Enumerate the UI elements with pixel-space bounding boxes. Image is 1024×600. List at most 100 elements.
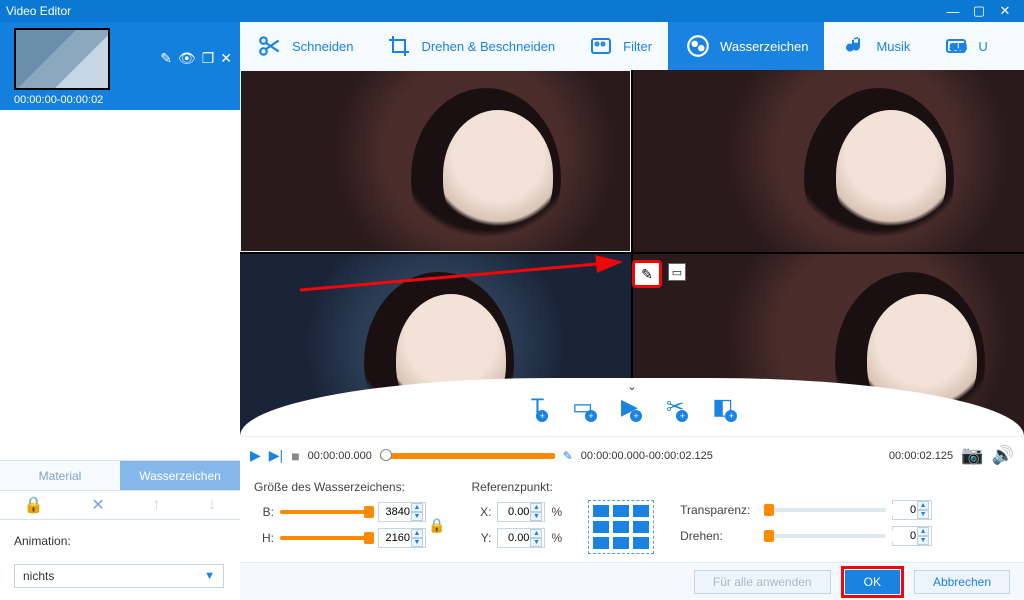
spin-up-icon[interactable]: ▲ — [530, 503, 542, 512]
spin-up-icon[interactable]: ▲ — [411, 503, 423, 512]
x-unit: % — [551, 505, 562, 519]
arrow-down-icon[interactable]: ↓ — [208, 496, 216, 514]
delete-icon[interactable]: ✕ — [220, 50, 232, 67]
watermark-image-handle[interactable]: ▭ — [668, 263, 686, 281]
height-label: H: — [254, 531, 274, 545]
rotate-label: Drehen: — [680, 529, 760, 543]
crop-icon — [385, 32, 413, 60]
animation-panel: Animation: nichts ▼ — [0, 520, 240, 600]
animation-select[interactable]: nichts ▼ — [14, 564, 224, 588]
pencil-icon[interactable]: ✎ — [160, 50, 172, 67]
add-video-button[interactable]: ▶+ — [621, 394, 638, 420]
toolbar-subtitle[interactable]: SUB U — [926, 22, 1003, 70]
transform-group: Transparenz: ▲▼ Drehen: ▲▼ — [680, 480, 932, 546]
chevron-down-icon: ▼ — [204, 570, 215, 582]
timeline-track[interactable] — [380, 453, 555, 459]
watermark-controls: Größe des Wasserzeichens: B: ▲▼ H: ▲▼ — [240, 474, 1024, 562]
anchor-br[interactable] — [633, 537, 649, 549]
toolbar-music[interactable]: Musik — [824, 22, 926, 70]
apply-all-button[interactable]: Für alle anwenden — [694, 570, 831, 594]
add-image-button[interactable]: ▭+ — [572, 394, 593, 420]
transparency-label: Transparenz: — [680, 503, 760, 517]
camera-icon[interactable]: 📷 — [961, 445, 983, 466]
arrow-up-icon[interactable]: ↑ — [152, 496, 160, 514]
maximize-button[interactable]: ▢ — [966, 3, 992, 19]
x-label: X: — [471, 505, 491, 519]
filter-icon — [587, 32, 615, 60]
size-label: Größe des Wasserzeichens: — [254, 480, 445, 494]
step-button[interactable]: ▶| — [269, 447, 283, 464]
spin-down-icon[interactable]: ▼ — [530, 512, 542, 521]
y-input[interactable]: ▲▼ — [497, 528, 545, 548]
anchor-bl[interactable] — [593, 537, 609, 549]
add-shape-button[interactable]: ✂+ — [666, 394, 684, 420]
clip-thumbnail-row: ✎ 👁 ❐ ✕ 00:00:00-00:00:02 — [0, 22, 240, 110]
spin-down-icon[interactable]: ▼ — [917, 510, 929, 519]
toolbar-rotate-crop[interactable]: Drehen & Beschneiden — [369, 22, 571, 70]
close-button[interactable]: ✕ — [992, 3, 1018, 19]
tab-material[interactable]: Material — [0, 460, 120, 490]
anchor-mc[interactable] — [613, 521, 629, 533]
spin-up-icon[interactable]: ▲ — [530, 529, 542, 538]
rotate-input[interactable]: ▲▼ — [892, 526, 932, 546]
eye-icon[interactable]: 👁 — [178, 50, 196, 67]
spin-down-icon[interactable]: ▼ — [411, 538, 423, 547]
watermark-icon — [684, 32, 712, 60]
rotate-slider[interactable] — [766, 534, 886, 538]
animation-value: nichts — [23, 569, 54, 583]
spin-down-icon[interactable]: ▼ — [917, 536, 929, 545]
add-text-button[interactable]: T+ — [531, 394, 544, 420]
x-input[interactable]: ▲▼ — [497, 502, 545, 522]
cancel-button[interactable]: Abbrechen — [914, 570, 1010, 594]
width-input[interactable]: ▲▼ — [378, 502, 426, 522]
remove-icon[interactable]: ✕ — [91, 495, 104, 515]
preview-cell-top-right[interactable] — [633, 70, 1024, 252]
sidebar-toolbar: 🔒 ✕ ↑ ↓ — [0, 490, 240, 520]
clip-thumbnail[interactable] — [14, 28, 110, 90]
anchor-tl[interactable] — [593, 505, 609, 517]
transparency-input[interactable]: ▲▼ — [892, 500, 932, 520]
ok-button[interactable]: OK — [845, 570, 900, 594]
play-button[interactable]: ▶ — [250, 447, 261, 464]
lock-icon[interactable]: 🔒 — [24, 495, 44, 515]
anchor-mr[interactable] — [633, 521, 649, 533]
anchor-grid[interactable] — [588, 500, 654, 554]
titlebar: Video Editor — ▢ ✕ — [0, 0, 1024, 22]
anchor-tc[interactable] — [613, 505, 629, 517]
spin-down-icon[interactable]: ▼ — [411, 512, 423, 521]
speaker-icon[interactable]: 🔊 — [992, 445, 1014, 466]
spin-up-icon[interactable]: ▲ — [411, 529, 423, 538]
height-slider[interactable] — [280, 536, 372, 540]
spin-down-icon[interactable]: ▼ — [530, 538, 542, 547]
timeline: ▶ ▶| ■ 00:00:00.000 ✎ 00:00:00.000-00:00… — [240, 436, 1024, 474]
width-label: B: — [254, 505, 274, 519]
app-title: Video Editor — [6, 4, 71, 18]
watermark-edit-handle[interactable]: ✎ — [632, 260, 662, 288]
minimize-button[interactable]: — — [940, 4, 966, 19]
edit-marker-icon[interactable]: ✎ — [563, 449, 573, 463]
lock-aspect-icon[interactable]: 🔒 — [428, 517, 445, 534]
preview-canvas[interactable]: ✎ ▭ ⌄ T+ ▭+ ▶+ ✂+ ◧+ — [240, 70, 1024, 436]
chevron-down-icon[interactable]: ⌄ — [627, 380, 636, 393]
transparency-slider[interactable] — [766, 508, 886, 512]
copy-icon[interactable]: ❐ — [202, 50, 215, 67]
toolbar-cut[interactable]: Schneiden — [240, 22, 369, 70]
toolbar-filter[interactable]: Filter — [571, 22, 668, 70]
width-slider[interactable] — [280, 510, 372, 514]
sidebar: ✎ 👁 ❐ ✕ 00:00:00-00:00:02 Material Wasse… — [0, 22, 240, 600]
timeline-playhead[interactable] — [380, 449, 392, 461]
anchor-tr[interactable] — [633, 505, 649, 517]
add-effect-button[interactable]: ◧+ — [712, 394, 733, 420]
spin-up-icon[interactable]: ▲ — [917, 501, 929, 510]
anchor-bc[interactable] — [613, 537, 629, 549]
reference-label: Referenzpunkt: — [471, 480, 562, 494]
anchor-ml[interactable] — [593, 521, 609, 533]
preview-cell-top-left[interactable] — [240, 70, 631, 252]
stop-button[interactable]: ■ — [291, 448, 299, 464]
y-unit: % — [551, 531, 562, 545]
tab-watermark[interactable]: Wasserzeichen — [120, 460, 240, 490]
svg-text:SUB: SUB — [950, 43, 966, 52]
spin-up-icon[interactable]: ▲ — [917, 527, 929, 536]
toolbar-watermark[interactable]: Wasserzeichen — [668, 22, 824, 70]
height-input[interactable]: ▲▼ — [378, 528, 426, 548]
